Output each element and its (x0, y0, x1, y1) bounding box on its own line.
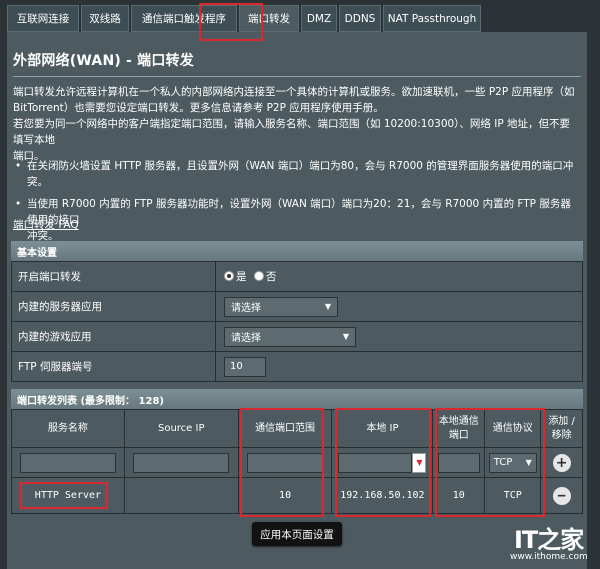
remove-icon[interactable]: − (552, 486, 571, 505)
desc-line: 端口转发允许远程计算机在一个私人的内部网络内连接至一个具体的计算机或服务。欲加速… (13, 86, 575, 98)
local-ip-cell: ▼ (331, 447, 434, 478)
desc-line: 若您要为同一个网络中的客户端指定端口范围，请输入服务名称、端口范围（如 1020… (13, 118, 571, 146)
rule-local-port: 10 (432, 477, 486, 514)
note-text: 在关闭防火墙设置 HTTP 服务器，且设置外网（WAN 端口）端口为80，会与 … (27, 160, 574, 188)
desc-line: BitTorrent）也需要您设定端口转发。更多信息请参考 P2P 应用程序使用… (13, 102, 384, 114)
enable-row: 开启端口转发 是 否 (11, 261, 583, 292)
ftp-cell: 10 (215, 351, 583, 382)
col-local-ip: 本地 IP (331, 409, 434, 448)
add-icon[interactable]: + (552, 453, 571, 472)
basic-settings-header: 基本设置 (11, 241, 583, 261)
tab-port-forwarding[interactable]: 端口转发 (239, 5, 299, 32)
rule-local-ip: 192.168.50.102 (331, 477, 434, 514)
main-panel: 外部网络(WAN) - 端口转发 端口转发允许远程计算机在一个私人的内部网络内连… (7, 32, 587, 569)
tab-port-trigger[interactable]: 通信端口触发程序 (131, 5, 237, 32)
tab-dual-wan[interactable]: 双线路 (81, 5, 129, 32)
rules-header-row: 服务名称 Source IP 通信端口范围 本地 IP 本地通信端口 通信协议 … (11, 409, 583, 448)
port-range-input[interactable] (247, 452, 324, 473)
apply-button[interactable]: 应用本页面设置 (252, 522, 342, 546)
rule-port-range: 10 (237, 477, 333, 514)
page-title: 外部网络(WAN) - 端口转发 (13, 53, 194, 69)
rule-row: HTTP Server 10 192.168.50.102 10 TCP − (11, 477, 583, 514)
ftp-port-input[interactable]: 10 (224, 356, 266, 377)
chevron-down-icon: ▼ (525, 458, 532, 467)
col-local-port: 本地通信端口 (432, 409, 486, 448)
game-app-cell: 请选择 ▼ (215, 321, 583, 352)
service-name-input[interactable] (19, 452, 116, 473)
protocol-select[interactable]: TCP ▼ (488, 452, 537, 473)
server-app-cell: 请选择 ▼ (215, 291, 583, 322)
server-app-row: 内建的服务器应用 请选择 ▼ (11, 291, 583, 322)
chevron-down-icon: ▼ (342, 332, 349, 341)
col-add-remove: 添加 / 移除 (540, 409, 583, 448)
logo-url: www.ithome.com (510, 552, 588, 562)
source-ip-input[interactable] (133, 452, 230, 473)
rules-table: 服务名称 Source IP 通信端口范围 本地 IP 本地通信端口 通信协议 … (11, 409, 583, 514)
tab-dmz[interactable]: DMZ (301, 5, 337, 32)
protocol-value: TCP (493, 457, 513, 468)
notes-list: 在关闭防火墙设置 HTTP 服务器，且设置外网（WAN 端口）端口为80，会与 … (13, 158, 579, 250)
rules-input-row: ▼ TCP ▼ + (11, 447, 583, 478)
tab-bar: 互联网连接 双线路 通信端口触发程序 端口转发 DMZ DDNS NAT Pas… (7, 5, 587, 32)
rule-protocol: TCP (484, 477, 542, 514)
logo-mark: IT之家 (514, 526, 584, 554)
local-ip-combo: ▼ (338, 452, 427, 473)
tab-internet[interactable]: 互联网连接 (7, 5, 79, 32)
game-app-value: 请选择 (231, 333, 261, 344)
radio-yes-label: 是 (236, 271, 247, 283)
server-app-select[interactable]: 请选择 ▼ (224, 296, 338, 317)
local-ip-input[interactable] (338, 452, 413, 473)
ftp-row: FTP 伺服器端号 10 (11, 351, 583, 382)
col-port-range: 通信端口范围 (237, 409, 333, 448)
note-item: 当使用 R7000 内置的 FTP 服务器功能时，设置外网（WAN 端口）端口为… (13, 196, 579, 244)
game-app-select[interactable]: 请选择 ▼ (224, 326, 356, 347)
note-text: 当使用 R7000 内置的 FTP 服务器功能时，设置外网（WAN 端口）端口为… (27, 198, 571, 226)
watermark-logo: IT之家 www.ithome.com (510, 520, 590, 565)
protocol-cell: TCP ▼ (484, 447, 542, 478)
game-app-label: 内建的游戏应用 (11, 321, 216, 352)
faq-link[interactable]: 端口转发 FAQ (13, 217, 79, 232)
col-service: 服务名称 (11, 409, 125, 448)
col-source-ip: Source IP (123, 409, 239, 448)
radio-no[interactable] (253, 271, 264, 281)
add-cell: + (540, 447, 583, 478)
service-cell (11, 447, 125, 478)
remove-cell: − (540, 477, 583, 514)
local-port-cell (432, 447, 486, 478)
server-app-label: 内建的服务器应用 (11, 291, 216, 322)
server-app-value: 请选择 (231, 303, 261, 314)
local-port-input[interactable] (437, 452, 480, 473)
dropdown-arrow-icon[interactable]: ▼ (412, 452, 427, 473)
tab-ddns[interactable]: DDNS (339, 5, 381, 32)
description: 端口转发允许远程计算机在一个私人的内部网络内连接至一个具体的计算机或服务。欲加速… (13, 84, 579, 164)
rule-service: HTTP Server (11, 477, 125, 514)
game-app-row: 内建的游戏应用 请选择 ▼ (11, 321, 583, 352)
enable-label: 开启端口转发 (11, 261, 216, 292)
rules-header: 端口转发列表 (最多限制： 128) (11, 389, 583, 409)
ftp-label: FTP 伺服器端号 (11, 351, 216, 382)
basic-settings-table: 开启端口转发 是 否 内建的服务器应用 请选择 ▼ 内建的游戏应用 请选择 ▼ (11, 261, 583, 382)
chevron-down-icon: ▼ (324, 302, 331, 311)
note-item: 在关闭防火墙设置 HTTP 服务器，且设置外网（WAN 端口）端口为80，会与 … (13, 158, 579, 190)
rule-source-ip (123, 477, 239, 514)
enable-options: 是 否 (215, 261, 583, 292)
title-divider (13, 76, 581, 77)
tab-nat-passthrough[interactable]: NAT Passthrough (383, 5, 481, 32)
radio-no-label: 否 (265, 271, 277, 283)
port-range-cell (237, 447, 333, 478)
radio-yes[interactable] (224, 271, 234, 281)
source-ip-cell (123, 447, 239, 478)
col-protocol: 通信协议 (484, 409, 542, 448)
